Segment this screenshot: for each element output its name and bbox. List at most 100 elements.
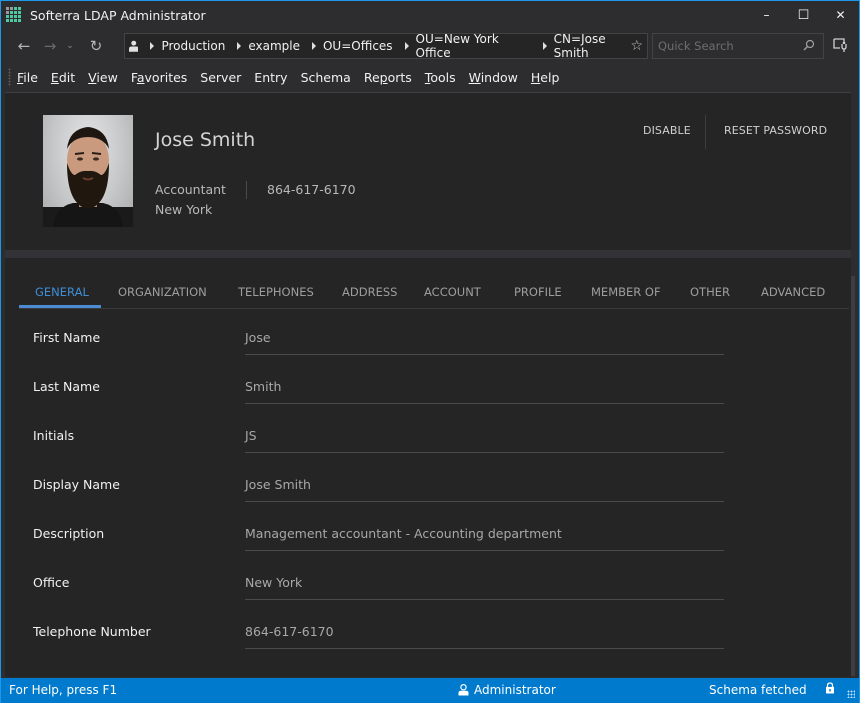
title-bar: Softerra LDAP Administrator – ☐ ✕ — [1, 1, 859, 29]
field-label: Last Name — [33, 379, 100, 394]
form-row-initials: Initials JS — [5, 407, 855, 456]
menu-schema[interactable]: Schema — [301, 70, 351, 85]
tab-advanced[interactable]: ADVANCED — [761, 285, 825, 299]
tab-address[interactable]: ADDRESS — [342, 285, 397, 299]
person-portrait-icon — [43, 127, 133, 227]
status-user: Administrator — [458, 683, 556, 697]
profile-phone: 864-617-6170 — [267, 182, 356, 197]
navigation-bar: ← → ⌄ ↻ Production example OU=Offices OU… — [1, 31, 859, 61]
lock-icon — [826, 682, 834, 694]
menu-reports[interactable]: Reports — [364, 70, 412, 85]
menu-view[interactable]: View — [88, 70, 118, 85]
breadcrumb-arrow-icon[interactable] — [404, 42, 409, 50]
breadcrumb-item[interactable]: Production — [146, 39, 225, 53]
menu-server[interactable]: Server — [200, 70, 241, 85]
field-underline — [245, 550, 724, 551]
minimize-icon: – — [763, 8, 770, 22]
field-label: Office — [33, 575, 70, 590]
chevron-down-icon: ⌄ — [66, 41, 74, 51]
resize-grip-handle[interactable] — [847, 690, 855, 698]
breadcrumb-item[interactable]: CN=Jose Smith — [539, 32, 639, 60]
favorite-star-icon[interactable]: ☆ — [630, 38, 643, 54]
field-label: Display Name — [33, 477, 120, 492]
status-bar: For Help, press F1 Administrator Schema … — [1, 678, 859, 703]
menu-file[interactable]: File — [17, 70, 38, 85]
action-divider — [705, 115, 706, 149]
refresh-icon: ↻ — [89, 37, 103, 55]
tab-other[interactable]: OTHER — [690, 285, 730, 299]
breadcrumb-item[interactable]: OU=Offices — [308, 39, 393, 53]
entry-properties-panel: Jose Smith Accountant New York 864-617-6… — [5, 92, 855, 677]
reset-password-button[interactable]: RESET PASSWORD — [724, 124, 827, 137]
menu-entry[interactable]: Entry — [254, 70, 287, 85]
form-row-display-name: Display Name Jose Smith — [5, 456, 855, 505]
breadcrumb-arrow-icon[interactable] — [311, 42, 316, 50]
breadcrumb-item[interactable]: example — [233, 39, 300, 53]
back-arrow-icon: ← — [17, 37, 31, 55]
field-underline — [245, 403, 724, 404]
back-button[interactable]: ← — [11, 34, 37, 58]
field-label: First Name — [33, 330, 101, 345]
field-label: Description — [33, 526, 105, 541]
tab-member-of[interactable]: MEMBER OF — [591, 285, 661, 299]
breadcrumb-item[interactable]: OU=New York Office — [401, 32, 531, 60]
active-tab-indicator — [19, 305, 101, 308]
menu-grip-handle[interactable] — [8, 68, 11, 86]
breadcrumb-arrow-icon[interactable] — [237, 42, 242, 50]
property-tabs: GENERAL ORGANIZATION TELEPHONES ADDRESS … — [19, 280, 849, 309]
refresh-button[interactable]: ↻ — [83, 34, 109, 58]
user-icon — [458, 684, 469, 696]
window-title: Softerra LDAP Administrator — [30, 7, 206, 23]
menu-tools[interactable]: Tools — [425, 70, 456, 85]
field-label: Telephone Number — [33, 624, 151, 639]
last-name-field[interactable]: Smith — [245, 379, 281, 394]
menu-favorites[interactable]: Favorites — [131, 70, 187, 85]
menu-window[interactable]: Window — [469, 70, 518, 85]
app-window: Softerra LDAP Administrator – ☐ ✕ ← → ⌄ … — [0, 0, 860, 703]
disable-button[interactable]: DISABLE — [643, 124, 691, 137]
menu-bar: File Edit View Favorites Server Entry Sc… — [1, 63, 859, 91]
help-hint: For Help, press F1 — [9, 683, 118, 697]
header-separator — [5, 250, 855, 258]
breadcrumb-arrow-icon[interactable] — [150, 42, 155, 50]
field-label: Initials — [33, 428, 75, 443]
profile-city: New York — [155, 202, 213, 217]
tab-organization[interactable]: ORGANIZATION — [118, 285, 207, 299]
telephone-field[interactable]: 864-617-6170 — [245, 624, 334, 639]
form-row-description: Description Management accountant - Acco… — [5, 505, 855, 554]
search-icon[interactable] — [803, 39, 815, 51]
connection-options-button[interactable] — [831, 35, 851, 55]
tab-general[interactable]: GENERAL — [35, 285, 89, 299]
first-name-field[interactable]: Jose — [245, 330, 271, 345]
maximize-button[interactable]: ☐ — [785, 1, 822, 29]
display-name-field[interactable]: Jose Smith — [245, 477, 311, 492]
close-icon: ✕ — [835, 8, 846, 22]
current-user: Administrator — [474, 683, 556, 697]
header-divider — [246, 181, 247, 199]
menu-edit[interactable]: Edit — [51, 70, 75, 85]
initials-field[interactable]: JS — [245, 428, 257, 443]
close-button[interactable]: ✕ — [822, 1, 859, 29]
address-bar[interactable]: Production example OU=Offices OU=New Yor… — [124, 32, 648, 60]
form-row-office: Office New York — [5, 554, 855, 603]
form-row-first-name: First Name Jose — [5, 309, 855, 358]
description-field[interactable]: Management accountant - Accounting depar… — [245, 526, 562, 541]
plug-settings-icon — [833, 38, 847, 52]
menu-help[interactable]: Help — [531, 70, 560, 85]
office-field[interactable]: New York — [245, 575, 302, 590]
history-dropdown-button[interactable]: ⌄ — [63, 34, 77, 58]
field-underline — [245, 648, 724, 649]
forward-button[interactable]: → — [37, 34, 63, 58]
tab-profile[interactable]: PROFILE — [514, 285, 562, 299]
quick-search-input[interactable] — [658, 39, 798, 53]
form-row-last-name: Last Name Smith — [5, 358, 855, 407]
scrollbar-thumb[interactable] — [851, 276, 855, 676]
tab-account[interactable]: ACCOUNT — [424, 285, 481, 299]
tab-telephones[interactable]: TELEPHONES — [238, 285, 314, 299]
maximize-icon: ☐ — [797, 7, 810, 23]
quick-search-box — [652, 33, 824, 59]
field-underline — [245, 354, 724, 355]
profile-name: Jose Smith — [155, 129, 256, 151]
minimize-button[interactable]: – — [748, 1, 785, 29]
breadcrumb-arrow-icon[interactable] — [542, 42, 547, 50]
